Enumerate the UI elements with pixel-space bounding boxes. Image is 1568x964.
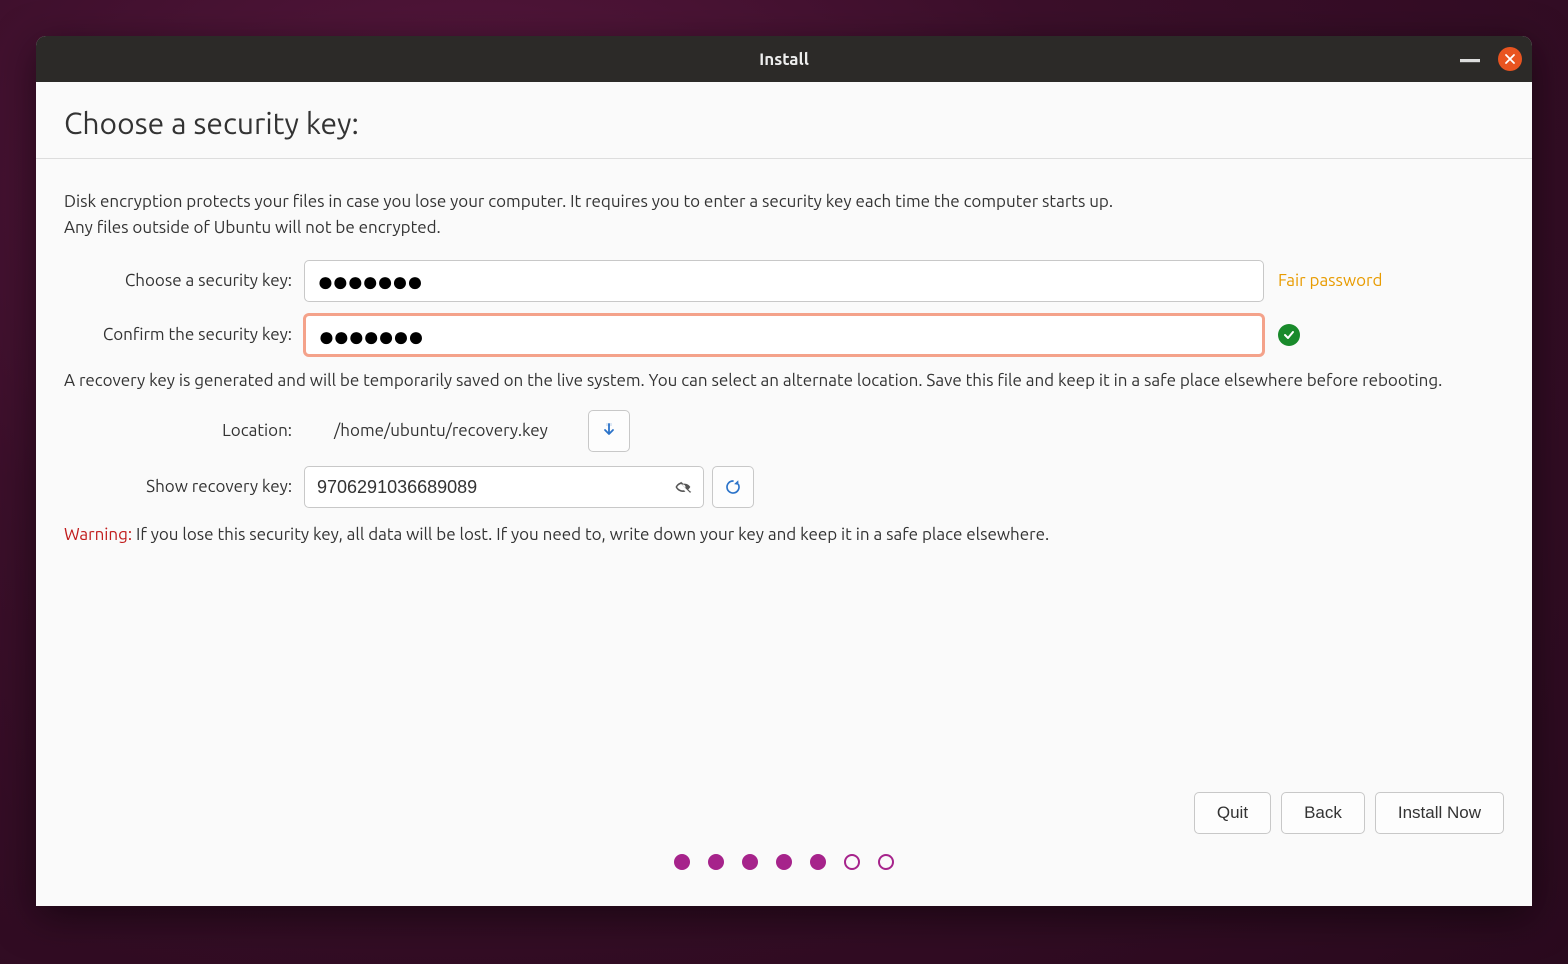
window-controls <box>1458 47 1522 71</box>
progress-dot-6 <box>844 854 860 870</box>
save-location-button[interactable] <box>588 410 630 452</box>
window-title: Install <box>759 50 809 69</box>
location-value: /home/ubuntu/recovery.key <box>304 418 548 444</box>
confirm-key-input[interactable]: ●●●●●●● <box>304 314 1264 356</box>
warning-text: Warning: If you lose this security key, … <box>64 522 1504 548</box>
toggle-visibility-icon[interactable] <box>672 476 694 498</box>
match-check-icon <box>1278 324 1300 346</box>
refresh-icon <box>724 478 742 496</box>
location-label: Location: <box>64 418 304 444</box>
close-button[interactable] <box>1498 47 1522 71</box>
quit-button[interactable]: Quit <box>1194 792 1271 834</box>
recovery-input-wrap <box>304 466 704 508</box>
progress-dot-3 <box>742 854 758 870</box>
show-recovery-label: Show recovery key: <box>64 474 304 500</box>
progress-dot-2 <box>708 854 724 870</box>
confirm-key-row: Confirm the security key: ●●●●●●● <box>64 314 1504 356</box>
regenerate-key-button[interactable] <box>712 466 754 508</box>
description-line2: Any files outside of Ubuntu will not be … <box>64 218 441 237</box>
page-content: Disk encryption protects your files in c… <box>36 159 1532 792</box>
download-arrow-icon <box>600 422 618 440</box>
install-now-button[interactable]: Install Now <box>1375 792 1504 834</box>
recovery-key-input[interactable] <box>304 466 704 508</box>
titlebar: Install <box>36 36 1532 82</box>
password-strength: Fair password <box>1278 268 1382 294</box>
confirm-key-label: Confirm the security key: <box>64 322 304 348</box>
choose-key-label: Choose a security key: <box>64 268 304 294</box>
back-button[interactable]: Back <box>1281 792 1365 834</box>
footer-buttons: Quit Back Install Now <box>36 792 1532 854</box>
choose-key-input[interactable]: ●●●●●●● <box>304 260 1264 302</box>
location-row: Location: /home/ubuntu/recovery.key <box>64 410 1504 452</box>
installer-window: Install Choose a security key: Disk encr… <box>36 36 1532 906</box>
warning-label: Warning: <box>64 525 132 544</box>
progress-dot-7 <box>878 854 894 870</box>
progress-dot-4 <box>776 854 792 870</box>
page-header: Choose a security key: <box>36 82 1532 159</box>
minimize-button[interactable] <box>1458 47 1482 71</box>
description-line1: Disk encryption protects your files in c… <box>64 192 1113 211</box>
progress-dots <box>36 854 1532 906</box>
recovery-description: A recovery key is generated and will be … <box>64 368 1504 394</box>
description: Disk encryption protects your files in c… <box>64 189 1504 242</box>
progress-dot-5 <box>810 854 826 870</box>
warning-body: If you lose this security key, all data … <box>132 525 1049 544</box>
progress-dot-1 <box>674 854 690 870</box>
choose-key-row: Choose a security key: ●●●●●●● Fair pass… <box>64 260 1504 302</box>
page-title: Choose a security key: <box>64 106 1504 140</box>
recovery-key-row: Show recovery key: <box>64 466 1504 508</box>
